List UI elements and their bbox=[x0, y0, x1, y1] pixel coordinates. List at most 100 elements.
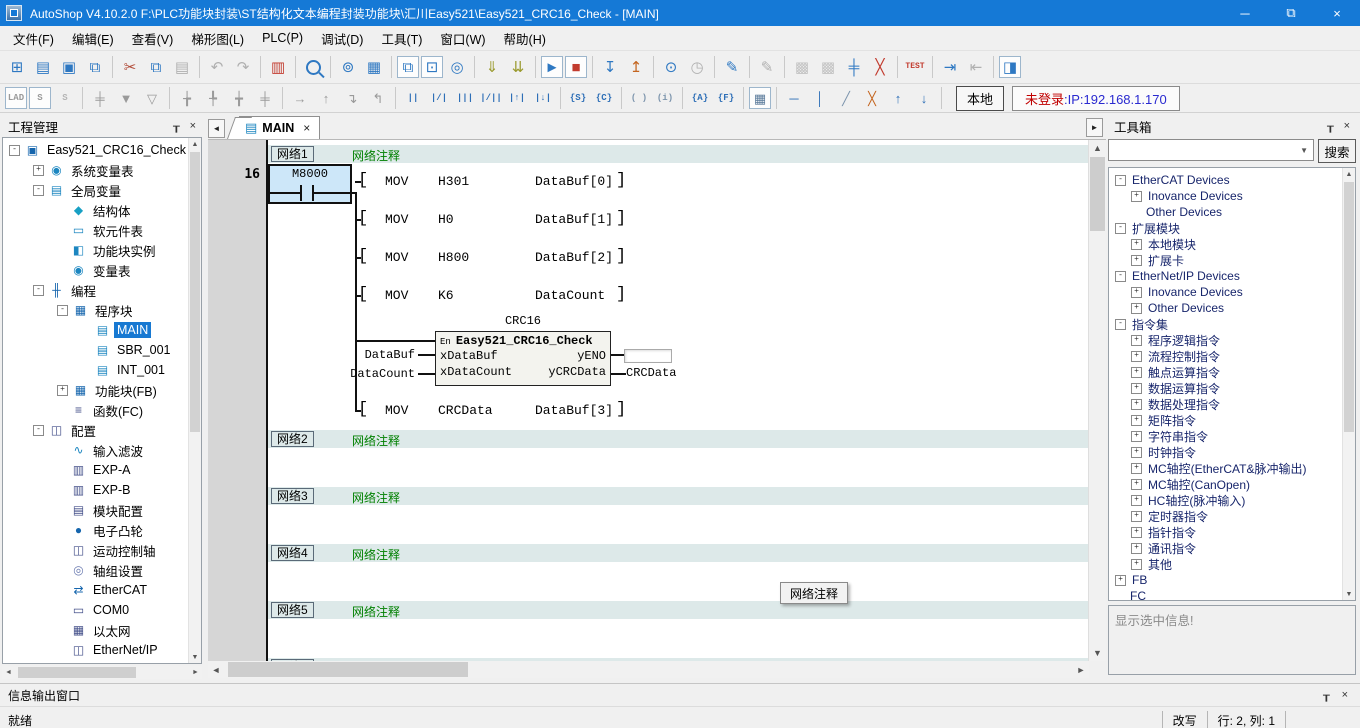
toolbox-item-20[interactable]: +HC轴控(脉冲输入) bbox=[1111, 492, 1343, 508]
insert-row-below-button[interactable]: ▼ bbox=[114, 88, 138, 108]
project-item-20[interactable]: ◫运动控制轴 bbox=[3, 540, 189, 560]
append-row-button[interactable]: ▽ bbox=[140, 88, 164, 108]
project-item-19[interactable]: ●电子凸轮 bbox=[3, 520, 189, 540]
login-button[interactable]: ⇥ bbox=[938, 56, 962, 78]
tree-expander-icon[interactable]: + bbox=[1131, 287, 1142, 298]
tree-expander-icon[interactable]: - bbox=[1115, 271, 1126, 282]
tab-close-icon[interactable]: × bbox=[303, 121, 310, 135]
tree-expander-icon[interactable]: + bbox=[1131, 399, 1142, 410]
online-modify-button[interactable]: ▩ bbox=[790, 56, 814, 78]
scroll-up-icon[interactable]: ▲ bbox=[1343, 168, 1355, 180]
toolbox-item-14[interactable]: +数据处理指令 bbox=[1111, 396, 1343, 412]
tree-expander-icon[interactable]: + bbox=[33, 165, 44, 176]
menu-help[interactable]: 帮助(H) bbox=[495, 26, 555, 51]
compile-all-button[interactable]: ⇊ bbox=[506, 56, 530, 78]
edit-program-button[interactable]: ✎ bbox=[755, 56, 779, 78]
project-tree-hscrollbar[interactable]: ◄ ► bbox=[2, 666, 202, 679]
delete-row-button[interactable]: ╳ bbox=[868, 56, 892, 78]
new-file-button[interactable]: ⊞ bbox=[5, 56, 29, 78]
toolbox-item-21[interactable]: +定时器指令 bbox=[1111, 508, 1343, 524]
trace-button[interactable]: ◷ bbox=[685, 56, 709, 78]
project-item-0[interactable]: -▣Easy521_CRC16_Check bbox=[3, 140, 189, 160]
set-instruction-button[interactable]: {S} bbox=[566, 88, 590, 108]
project-item-9[interactable]: ▤MAIN bbox=[3, 320, 189, 340]
toolbox-item-10[interactable]: +程序逻辑指令 bbox=[1111, 332, 1343, 348]
local-button[interactable]: 本地 bbox=[956, 86, 1004, 111]
project-item-13[interactable]: ≡函数(FC) bbox=[3, 400, 189, 420]
tree-expander-icon[interactable]: + bbox=[1131, 415, 1142, 426]
tree-expander-icon[interactable]: - bbox=[33, 185, 44, 196]
scroll-down-icon[interactable]: ▼ bbox=[1089, 645, 1106, 661]
network-body[interactable] bbox=[268, 619, 1089, 658]
menu-view[interactable]: 查看(V) bbox=[123, 26, 183, 51]
project-item-7[interactable]: -╫编程 bbox=[3, 280, 189, 300]
run-button[interactable]: ► bbox=[541, 56, 563, 78]
toolbox-item-2[interactable]: Other Devices bbox=[1111, 204, 1343, 220]
project-item-3[interactable]: ◆结构体 bbox=[3, 200, 189, 220]
menu-plc[interactable]: PLC(P) bbox=[253, 28, 312, 48]
toolbox-item-4[interactable]: +本地模块 bbox=[1111, 236, 1343, 252]
project-item-18[interactable]: ▤模块配置 bbox=[3, 500, 189, 520]
pin-icon[interactable]: ┰ bbox=[1327, 120, 1334, 133]
toolbox-item-25[interactable]: +FB bbox=[1111, 572, 1343, 588]
tree-expander-icon[interactable]: + bbox=[1131, 367, 1142, 378]
counter-instruction-button[interactable]: {C} bbox=[592, 88, 616, 108]
network-body[interactable] bbox=[268, 562, 1089, 601]
tree-expander-icon[interactable]: + bbox=[1131, 255, 1142, 266]
contact-rising-button[interactable]: |↑| bbox=[505, 88, 529, 108]
window-cascade-button[interactable]: ⧉ bbox=[397, 56, 419, 78]
network-body[interactable] bbox=[268, 505, 1089, 544]
insert-cell-button[interactable]: ╪ bbox=[88, 88, 112, 108]
tree-expander-icon[interactable]: + bbox=[1131, 479, 1142, 490]
project-item-14[interactable]: -◫配置 bbox=[3, 420, 189, 440]
scroll-thumb[interactable] bbox=[228, 662, 468, 677]
project-item-16[interactable]: ▥EXP-A bbox=[3, 460, 189, 480]
project-item-5[interactable]: ◧功能块实例 bbox=[3, 240, 189, 260]
contact-series-closed-button[interactable]: |/|| bbox=[479, 88, 503, 108]
undo-button[interactable]: ↶ bbox=[205, 56, 229, 78]
toolbox-item-26[interactable]: FC bbox=[1111, 588, 1343, 600]
menu-window[interactable]: 窗口(W) bbox=[431, 26, 494, 51]
branch-close-button[interactable]: ╄ bbox=[201, 88, 225, 108]
close-icon[interactable]: × bbox=[1342, 689, 1348, 702]
branch-insert-button[interactable]: ╈ bbox=[227, 88, 251, 108]
search-button[interactable]: 搜索 bbox=[1318, 139, 1356, 163]
scroll-left-icon[interactable]: ◄ bbox=[208, 661, 224, 678]
toolbox-item-16[interactable]: +字符串指令 bbox=[1111, 428, 1343, 444]
project-item-22[interactable]: ⇄EtherCAT bbox=[3, 580, 189, 600]
menu-tools[interactable]: 工具(T) bbox=[372, 26, 431, 51]
save-button[interactable]: ▣ bbox=[57, 56, 81, 78]
mov-instruction[interactable]: [MOVH301DataBuf[0]] bbox=[268, 173, 1089, 191]
mov-instruction[interactable]: [MOVH800DataBuf[2]] bbox=[268, 249, 1089, 267]
toolbox-item-22[interactable]: +指针指令 bbox=[1111, 524, 1343, 540]
pin-icon[interactable]: ┰ bbox=[1323, 689, 1330, 702]
monitor-button[interactable]: ⊙ bbox=[659, 56, 683, 78]
toolbox-tree-scrollbar[interactable]: ▲ ▼ bbox=[1342, 168, 1355, 600]
tab-main[interactable]: ▤ MAIN × bbox=[239, 116, 320, 139]
scroll-down-icon[interactable]: ▼ bbox=[1343, 588, 1355, 600]
toolbox-item-6[interactable]: -EtherNet/IP Devices bbox=[1111, 268, 1343, 284]
tree-expander-icon[interactable]: + bbox=[1131, 543, 1142, 554]
find-button[interactable] bbox=[301, 56, 325, 78]
network-comment[interactable]: 网络注释 bbox=[352, 603, 400, 620]
scroll-thumb[interactable] bbox=[18, 667, 136, 678]
upload-button[interactable]: ↥ bbox=[624, 56, 648, 78]
project-item-25[interactable]: ◫EtherNet/IP bbox=[3, 640, 189, 660]
project-item-23[interactable]: ▭COM0 bbox=[3, 600, 189, 620]
project-item-2[interactable]: -▤全局变量 bbox=[3, 180, 189, 200]
contact-series-button[interactable]: ||| bbox=[453, 88, 477, 108]
wire-corner-down-button[interactable]: ↴ bbox=[340, 88, 364, 108]
tree-expander-icon[interactable]: - bbox=[1115, 319, 1126, 330]
pin-icon[interactable]: ┰ bbox=[173, 120, 180, 133]
window-export-button[interactable]: ⊡ bbox=[421, 56, 443, 78]
project-item-4[interactable]: ▭软元件表 bbox=[3, 220, 189, 240]
device-view-button[interactable]: ◨ bbox=[999, 56, 1021, 78]
scroll-right-icon[interactable]: ► bbox=[1073, 661, 1089, 678]
toolbox-item-23[interactable]: +通讯指令 bbox=[1111, 540, 1343, 556]
tree-expander-icon[interactable]: + bbox=[1115, 575, 1126, 586]
open-project-button[interactable]: ▤ bbox=[31, 56, 55, 78]
close-icon[interactable]: × bbox=[1344, 120, 1350, 133]
compile-button[interactable]: ⇓ bbox=[480, 56, 504, 78]
tree-expander-icon[interactable]: + bbox=[1131, 351, 1142, 362]
close-button[interactable]: × bbox=[1314, 0, 1360, 26]
